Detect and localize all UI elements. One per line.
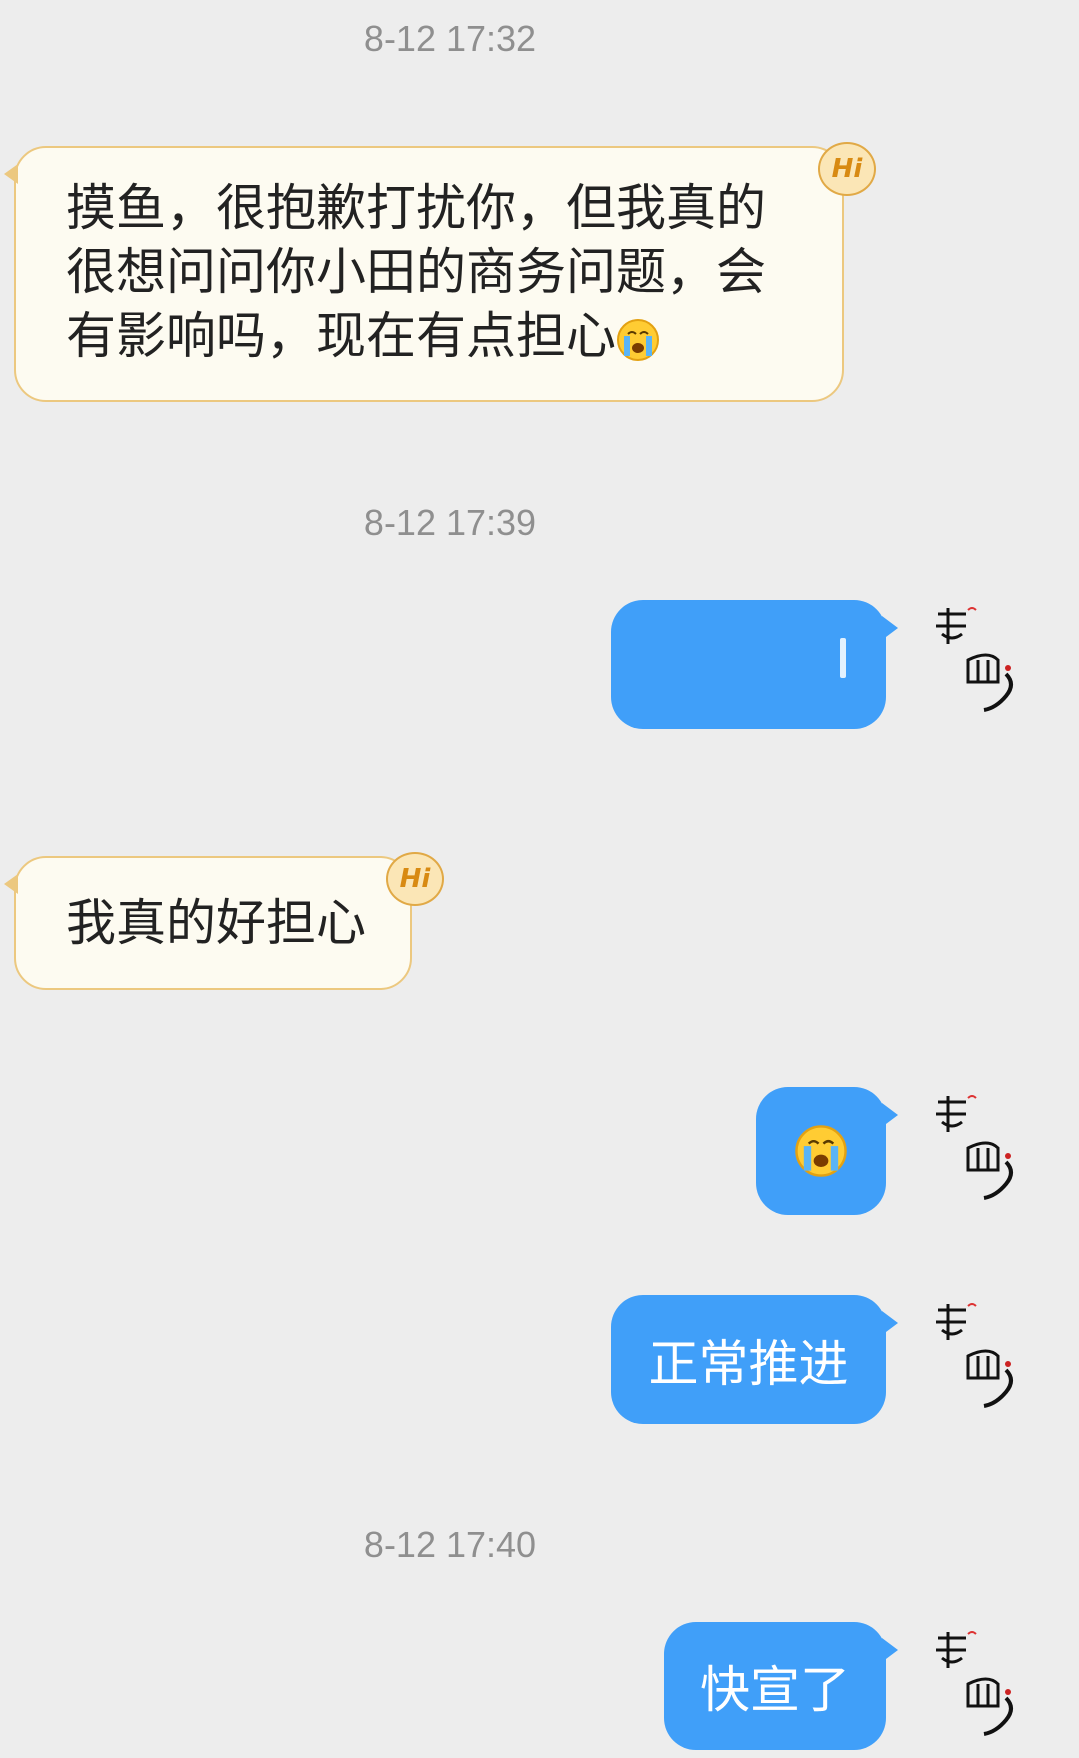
bubble-tail <box>882 616 898 640</box>
hi-badge: Hi <box>386 852 444 906</box>
crying-face-icon <box>617 318 659 361</box>
avatar[interactable] <box>928 1626 1028 1736</box>
bubble-tail <box>882 1103 898 1127</box>
message-text: 正常推进 <box>648 1334 849 1393</box>
avatar[interactable] <box>928 1298 1028 1408</box>
bubble-tail <box>882 1638 898 1662</box>
avatar[interactable] <box>928 602 1028 712</box>
outgoing-message-bubble[interactable] <box>756 1087 898 1215</box>
hi-badge: Hi <box>818 142 876 196</box>
redacted-mark <box>840 638 846 678</box>
message-text: 我真的好担心 <box>66 894 366 952</box>
timestamp: 8-12 17:40 <box>363 1524 537 1565</box>
outgoing-message-bubble[interactable]: 快宣了 <box>664 1622 898 1750</box>
crying-face-icon <box>795 1125 847 1177</box>
message-text: 摸鱼，很抱歉打扰你，但我真的很想问问你小田的商务问题，会有影响吗，现在有点担心 <box>66 179 766 365</box>
bubble-tail <box>4 164 18 184</box>
chat-view: 8-12 17:32 摸鱼，很抱歉打扰你，但我真的很想问问你小田的商务问题，会有… <box>0 0 1079 1758</box>
incoming-message-bubble[interactable]: 我真的好担心 <box>4 856 412 990</box>
timestamp: 8-12 17:32 <box>363 18 537 59</box>
outgoing-message-bubble[interactable] <box>611 600 898 729</box>
avatar[interactable] <box>928 1090 1028 1200</box>
incoming-message-bubble[interactable]: 摸鱼，很抱歉打扰你，但我真的很想问问你小田的商务问题，会有影响吗，现在有点担心 <box>4 146 844 402</box>
bubble-tail <box>4 874 18 894</box>
timestamp: 8-12 17:39 <box>363 502 537 543</box>
bubble-tail <box>882 1311 898 1335</box>
message-text: 快宣了 <box>700 1661 850 1719</box>
outgoing-message-bubble[interactable]: 正常推进 <box>611 1295 898 1424</box>
